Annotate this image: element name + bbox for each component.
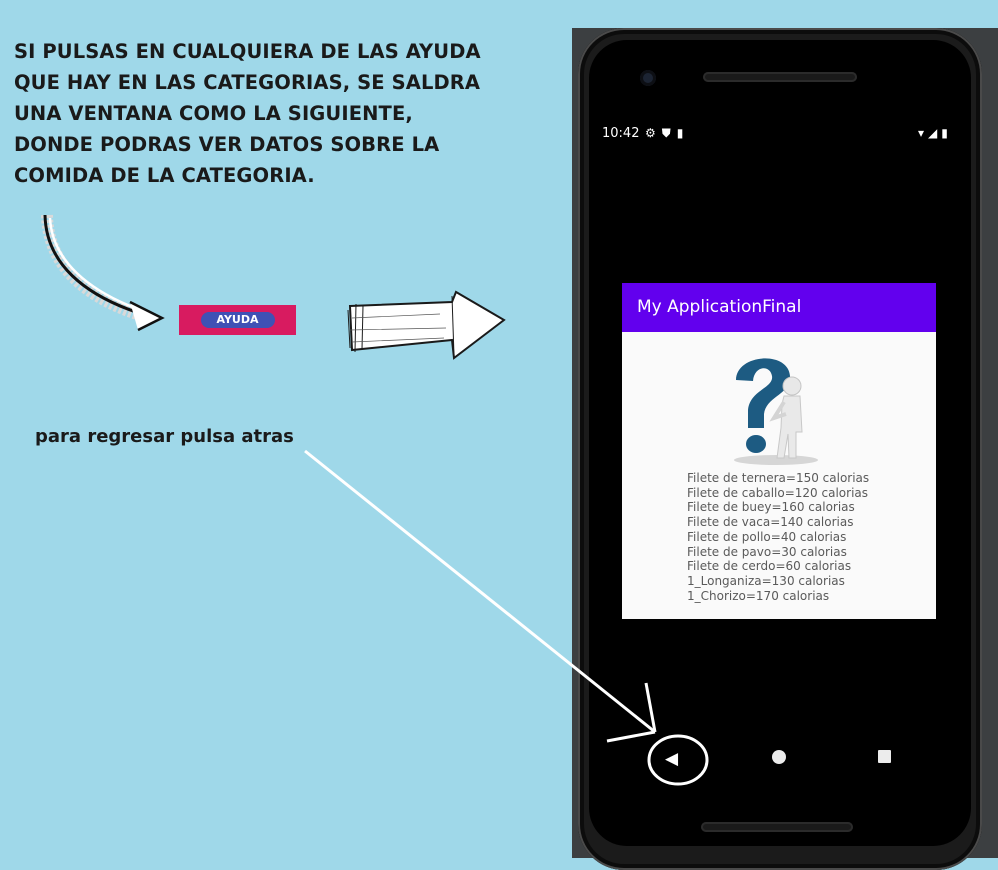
annotation-overlay: [41, 214, 709, 786]
back-highlight-circle: [647, 734, 709, 786]
pointer-arrow-icon: [304, 449, 657, 743]
block-arrow-icon: [347, 290, 506, 360]
curved-arrow-icon: [41, 214, 165, 332]
